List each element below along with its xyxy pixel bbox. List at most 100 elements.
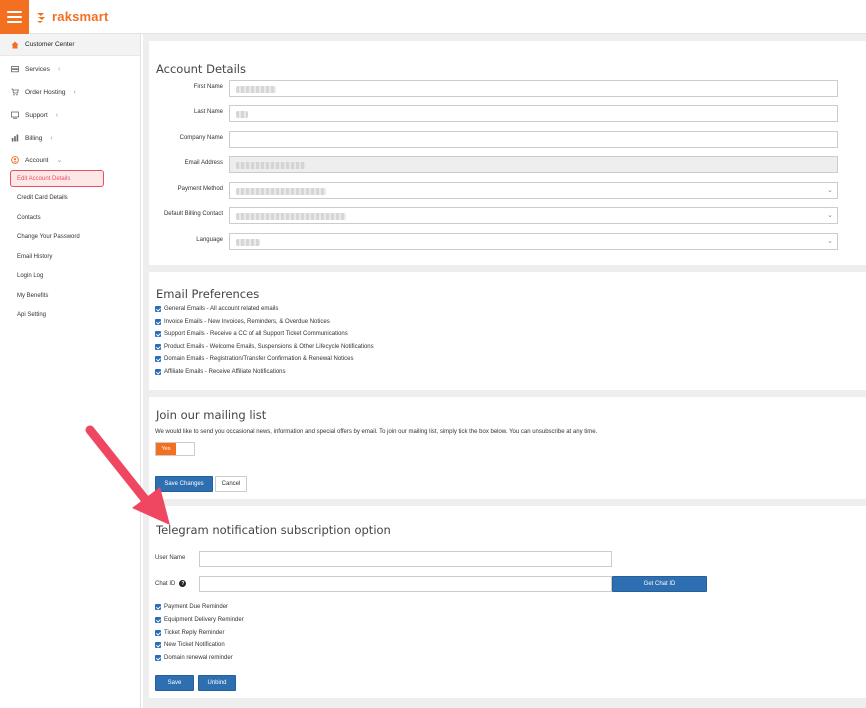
sidebar-item-label: Account: [25, 156, 49, 164]
sidebar-subitem-label: Edit Account Details: [17, 175, 71, 182]
sidebar-item-label: Customer Center: [25, 41, 75, 48]
last-name-input[interactable]: [229, 105, 838, 122]
chevron-left-icon: ‹: [55, 111, 59, 119]
field-label: Language: [196, 237, 223, 243]
field-label: First Name: [193, 84, 223, 90]
mailing-list-toggle[interactable]: Yes: [155, 442, 195, 456]
chevron-down-icon: ⌄: [827, 212, 833, 219]
payment-method-select[interactable]: ⌄: [229, 182, 838, 199]
checkbox-checked-icon[interactable]: [155, 630, 161, 636]
chevron-down-icon: ⌄: [56, 157, 63, 164]
help-icon[interactable]: ?: [179, 580, 187, 587]
checkbox-label: Ticket Reply Reminder: [164, 630, 225, 636]
form-row-last-name: Last Name: [149, 105, 866, 123]
checkbox-checked-icon[interactable]: [155, 617, 161, 623]
chevron-left-icon: ‹: [57, 65, 61, 73]
field-label: Email Address: [184, 160, 223, 166]
company-name-input[interactable]: [229, 131, 838, 148]
mailing-list-description: We would like to send you occasional new…: [155, 429, 598, 435]
checkbox-checked-icon[interactable]: [155, 604, 161, 610]
mailing-list-panel: Join our mailing list We would like to s…: [149, 397, 866, 499]
account-icon: [11, 156, 19, 164]
checkbox-checked-icon[interactable]: [155, 331, 161, 337]
checkbox-checked-icon[interactable]: [155, 642, 161, 648]
email-pref-support[interactable]: Support Emails - Receive a CC of all Sup…: [155, 331, 348, 337]
reminder-new-ticket[interactable]: New Ticket Notification: [155, 642, 225, 648]
user-name-label: User Name: [155, 555, 186, 561]
form-row-default-billing-contact: Default Billing Contact ⌄: [149, 207, 866, 225]
cancel-button[interactable]: Cancel: [215, 476, 247, 492]
email-pref-product[interactable]: Product Emails - Welcome Emails, Suspens…: [155, 344, 374, 350]
brand-name: raksmart: [52, 9, 109, 24]
save-button[interactable]: Save: [155, 675, 194, 691]
checkbox-label: Payment Due Reminder: [164, 604, 229, 610]
raksmart-logo-icon: [37, 12, 45, 23]
checkbox-checked-icon[interactable]: [155, 655, 161, 661]
form-row-payment-method: Payment Method ⌄: [149, 182, 866, 200]
field-label: Company Name: [179, 135, 223, 141]
sidebar-subitem-credit-card-details[interactable]: Credit Card Details: [17, 195, 68, 201]
sidebar-subitem-login-log[interactable]: Login Log: [17, 273, 43, 279]
checkbox-label: Support Emails - Receive a CC of all Sup…: [164, 331, 348, 337]
default-billing-contact-select[interactable]: ⌄: [229, 207, 838, 224]
checkbox-checked-icon[interactable]: [155, 356, 161, 362]
toggle-on-label: Yes: [156, 443, 176, 455]
sidebar-item-order-hosting[interactable]: Order Hosting ‹: [0, 83, 141, 101]
language-select[interactable]: ⌄: [229, 233, 838, 250]
sidebar-item-label: Services: [25, 65, 50, 73]
section-title: Account Details: [156, 62, 246, 76]
sidebar-subitem-email-history[interactable]: Email History: [17, 254, 52, 260]
chevron-left-icon: ‹: [50, 134, 53, 142]
sidebar-item-services[interactable]: Services ‹: [0, 60, 141, 78]
get-chat-id-button[interactable]: Get Chat ID: [612, 576, 707, 592]
form-row-first-name: First Name: [149, 80, 866, 98]
reminder-equipment-delivery[interactable]: Equipment Delivery Reminder: [155, 617, 244, 623]
sidebar-item-billing[interactable]: Billing ‹: [0, 129, 141, 147]
email-address-input: [229, 156, 838, 173]
checkbox-label: New Ticket Notification: [164, 642, 225, 648]
sidebar-subitem-api-setting[interactable]: Api Setting: [17, 312, 46, 318]
checkbox-label: Domain Emails - Registration/Transfer Co…: [164, 356, 354, 362]
checkbox-checked-icon[interactable]: [155, 344, 161, 350]
sidebar-item-label: Support: [25, 111, 48, 119]
telegram-panel: Telegram notification subscription optio…: [149, 506, 866, 698]
chevron-left-icon: ‹: [73, 88, 76, 96]
email-pref-invoice[interactable]: Invoice Emails - New Invoices, Reminders…: [155, 319, 330, 325]
email-preferences-panel: Email Preferences General Emails - All a…: [149, 272, 866, 390]
reminder-ticket-reply[interactable]: Ticket Reply Reminder: [155, 630, 224, 636]
reminder-domain-renewal[interactable]: Domain renewal reminder: [155, 655, 233, 661]
sidebar-item-account[interactable]: Account ⌄: [0, 151, 141, 169]
sidebar-subitem-contacts[interactable]: Contacts: [17, 215, 41, 221]
sidebar-item-label: Billing: [25, 134, 43, 142]
sidebar-item-customer-center[interactable]: Customer Center: [0, 34, 140, 56]
unbind-button[interactable]: Unbind: [198, 675, 236, 691]
checkbox-label: General Emails - All account related ema…: [164, 306, 279, 312]
sidebar-subitem-change-password[interactable]: Change Your Password: [17, 234, 80, 240]
reminder-payment-due[interactable]: Payment Due Reminder: [155, 604, 228, 610]
section-title: Join our mailing list: [156, 408, 267, 422]
checkbox-checked-icon[interactable]: [155, 306, 161, 312]
save-changes-button[interactable]: Save Changes: [155, 476, 213, 492]
chat-id-label: Chat ID: [155, 580, 176, 587]
field-label: Payment Method: [177, 186, 223, 192]
checkbox-label: Affiliate Emails - Receive Affiliate Not…: [164, 369, 286, 375]
first-name-input[interactable]: [229, 80, 838, 97]
menu-icon[interactable]: [0, 0, 29, 34]
brand-logo[interactable]: raksmart: [34, 9, 109, 24]
checkbox-checked-icon[interactable]: [155, 319, 161, 325]
chevron-down-icon: ⌄: [827, 187, 833, 194]
email-pref-affiliate[interactable]: Affiliate Emails - Receive Affiliate Not…: [155, 369, 286, 375]
checkbox-checked-icon[interactable]: [155, 369, 161, 375]
account-details-panel: Account Details First Name Last Name Com…: [149, 41, 866, 265]
checkbox-label: Product Emails - Welcome Emails, Suspens…: [164, 344, 374, 350]
email-pref-general[interactable]: General Emails - All account related ema…: [155, 306, 278, 312]
sidebar-subitem-my-benefits[interactable]: My Benefits: [17, 293, 48, 299]
form-row-language: Language ⌄: [149, 233, 866, 251]
sidebar-subitem-edit-account-details[interactable]: Edit Account Details: [10, 170, 104, 187]
email-pref-domain[interactable]: Domain Emails - Registration/Transfer Co…: [155, 356, 354, 362]
sidebar-item-label: Order Hosting: [25, 88, 66, 96]
sidebar-item-support[interactable]: Support ‹: [0, 106, 141, 124]
user-name-input[interactable]: [199, 551, 612, 567]
cart-icon: [11, 88, 19, 96]
chat-id-input[interactable]: [199, 576, 612, 592]
